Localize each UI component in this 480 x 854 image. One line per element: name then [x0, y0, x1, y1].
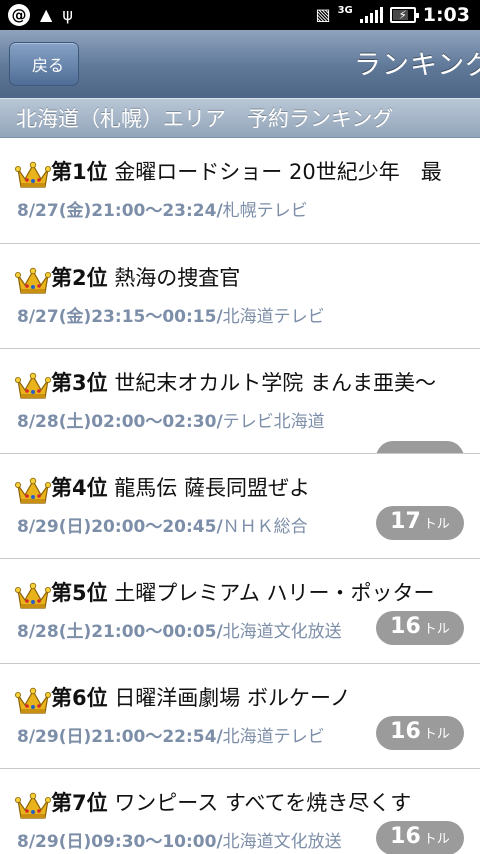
channel-name: 北海道文化放送 [222, 832, 342, 852]
schedule-time: 8/29(日)20:00～20:45/ [17, 517, 223, 537]
program-title: 第1位 金曜ロードショー 20世紀少年 最 [51, 156, 480, 186]
program-schedule: 8/28(土)21:00～00:05/北海道文化放送 [17, 617, 342, 642]
program-schedule: 8/29(日)09:30～10:00/北海道文化放送 [17, 827, 342, 852]
page-title: ランキング [354, 50, 480, 81]
reservation-count-badge: 16 トル [376, 821, 464, 854]
program-name: 龍馬伝 薩長同盟ぜよ [114, 476, 310, 500]
ranking-row-4[interactable]: 第4位 龍馬伝 薩長同盟ぜよ 8/29(日)20:00～20:45/ＮＨＫ総合 … [0, 454, 480, 559]
reservation-unit: トル [423, 517, 450, 532]
channel-name: テレビ北海道 [222, 412, 325, 432]
rank-label: 第3位 [51, 371, 108, 395]
section-header: 北海道（札幌）エリア 予約ランキング [0, 98, 480, 138]
program-name: 金曜ロードショー 20世紀少年 最 [114, 160, 442, 184]
reservation-count-badge [376, 441, 464, 453]
schedule-time: 8/28(土)21:00～00:05/ [17, 622, 223, 642]
program-title: 第3位 世紀末オカルト学院 まんま亜美〜 [51, 367, 480, 397]
vibrate-icon: ▧ [315, 5, 331, 24]
channel-name: 札幌テレビ [222, 201, 308, 221]
reservation-count-badge: 16 トル [376, 716, 464, 750]
back-button-label: 戻る [31, 56, 64, 75]
ranking-row-7[interactable]: 第7位 ワンピース すべてを焼き尽くす 8/29(日)09:30～10:00/北… [0, 769, 480, 854]
schedule-time: 8/29(日)09:30～10:00/ [17, 832, 223, 852]
rank-label: 第1位 [51, 160, 108, 184]
battery-charging-icon: ⚡ [389, 7, 419, 23]
program-schedule: 8/29(日)21:00～22:54/北海道テレビ [17, 722, 325, 747]
schedule-time: 8/27(金)23:15～00:15/ [17, 307, 223, 327]
reservation-count: 16 [390, 824, 421, 849]
crown-icon [15, 161, 51, 188]
crown-icon [15, 267, 51, 294]
schedule-time: 8/27(金)21:00～23:24/ [17, 201, 223, 221]
ranking-row-6[interactable]: 第6位 日曜洋画劇場 ボルケーノ 8/29(日)21:00～22:54/北海道テ… [0, 664, 480, 769]
schedule-time: 8/29(日)21:00～22:54/ [17, 727, 223, 747]
title-bar: 戻る ランキング [0, 30, 480, 98]
program-name: 日曜洋画劇場 ボルケーノ [114, 686, 351, 710]
crown-icon [15, 582, 51, 609]
program-title: 第7位 ワンピース すべてを焼き尽くす [51, 787, 461, 817]
reservation-unit: トル [423, 622, 450, 637]
reservation-count: 17 [390, 509, 421, 534]
rank-label: 第4位 [51, 476, 108, 500]
signal-icon [359, 7, 383, 23]
back-button[interactable]: 戻る [9, 42, 79, 86]
warning-icon: ▲ [40, 5, 53, 24]
reservation-count-badge: 16 トル [376, 611, 464, 645]
program-schedule: 8/27(金)21:00～23:24/札幌テレビ [17, 196, 308, 221]
schedule-time: 8/28(土)02:00～02:30/ [17, 412, 223, 432]
crown-icon [15, 477, 51, 504]
program-schedule: 8/27(金)23:15～00:15/北海道テレビ [17, 302, 325, 327]
crown-icon [15, 792, 51, 819]
rank-label: 第5位 [51, 581, 108, 605]
channel-name: ＮＨＫ総合 [222, 517, 308, 537]
program-schedule: 8/28(土)02:00～02:30/テレビ北海道 [17, 407, 325, 432]
program-schedule: 8/29(日)20:00～20:45/ＮＨＫ総合 [17, 512, 308, 537]
program-name: 世紀末オカルト学院 まんま亜美〜 [114, 371, 436, 395]
ranking-row-5[interactable]: 第5位 土曜プレミアム ハリー・ポッター 8/28(土)21:00～00:05/… [0, 559, 480, 664]
reservation-unit: トル [423, 832, 450, 847]
program-title: 第2位 熱海の捜査官 [51, 262, 461, 292]
reservation-count: 16 [390, 614, 421, 639]
program-title: 第5位 土曜プレミアム ハリー・ポッター [51, 577, 461, 607]
reservation-count: 16 [390, 719, 421, 744]
reservation-count-badge: 17 トル [376, 506, 464, 540]
reservation-unit: トル [423, 727, 450, 742]
program-name: 土曜プレミアム ハリー・ポッター [114, 581, 435, 605]
program-name: 熱海の捜査官 [114, 266, 241, 290]
crown-icon [15, 372, 51, 399]
channel-name: 北海道テレビ [222, 727, 325, 747]
rank-label: 第2位 [51, 266, 108, 290]
status-time: 1:03 [422, 4, 470, 26]
section-title: 北海道（札幌）エリア 予約ランキング [16, 107, 394, 131]
ranking-list[interactable]: 第1位 金曜ロードショー 20世紀少年 最 8/27(金)21:00～23:24… [0, 138, 480, 854]
crown-icon [15, 687, 51, 714]
status-bar: @ ▲ ψ ▧ 3G ⚡ 1:03 [0, 0, 480, 30]
network-type-label: 3G [337, 4, 353, 16]
at-sign-icon: @ [8, 4, 30, 26]
ranking-row-1[interactable]: 第1位 金曜ロードショー 20世紀少年 最 8/27(金)21:00～23:24… [0, 138, 480, 244]
rank-label: 第7位 [51, 791, 108, 815]
channel-name: 北海道テレビ [222, 307, 325, 327]
channel-name: 北海道文化放送 [222, 622, 342, 642]
rank-label: 第6位 [51, 686, 108, 710]
program-title: 第4位 龍馬伝 薩長同盟ぜよ [51, 472, 461, 502]
program-title: 第6位 日曜洋画劇場 ボルケーノ [51, 682, 461, 712]
ranking-row-3[interactable]: 第3位 世紀末オカルト学院 まんま亜美〜 8/28(土)02:00～02:30/… [0, 349, 480, 454]
usb-icon: ψ [62, 5, 73, 24]
ranking-row-2[interactable]: 第2位 熱海の捜査官 8/27(金)23:15～00:15/北海道テレビ [0, 244, 480, 349]
program-name: ワンピース すべてを焼き尽くす [114, 791, 412, 815]
